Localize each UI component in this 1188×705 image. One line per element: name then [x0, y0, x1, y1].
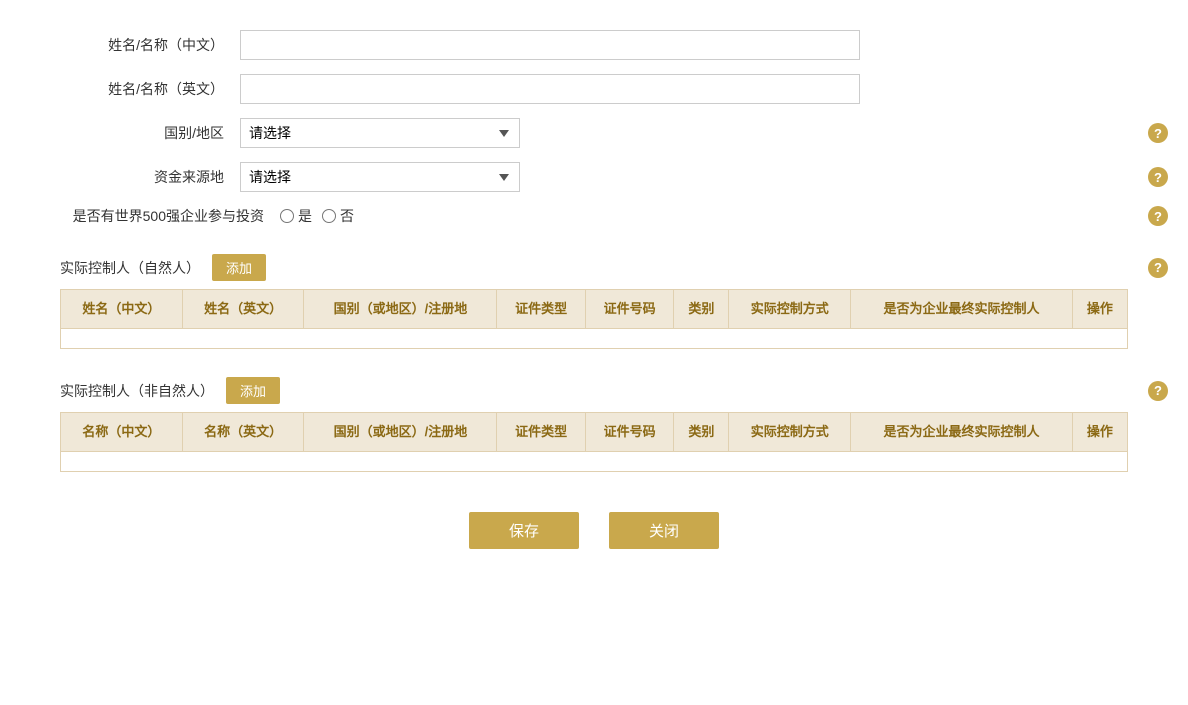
np-col-operation: 操作 — [1072, 290, 1127, 329]
fund-source-label: 资金来源地 — [60, 167, 240, 187]
np-col-country: 国别（或地区）/注册地 — [304, 290, 497, 329]
natural-person-help-icon[interactable]: ? — [1148, 258, 1168, 278]
fortune500-no-label[interactable]: 否 — [322, 206, 354, 226]
nnp-col-operation: 操作 — [1072, 413, 1127, 452]
np-col-control-method: 实际控制方式 — [729, 290, 851, 329]
natural-person-header: 实际控制人（自然人） 添加 ? — [60, 246, 1128, 289]
np-col-name-en: 姓名（英文） — [182, 290, 304, 329]
fortune500-no-radio[interactable] — [322, 209, 336, 223]
country-row: 国别/地区 请选择 ? — [60, 118, 1128, 148]
non-natural-person-header-row: 名称（中文） 名称（英文） 国别（或地区）/注册地 证件类型 证件号码 类别 实… — [61, 413, 1128, 452]
non-natural-person-add-btn[interactable]: 添加 — [226, 377, 280, 404]
nnp-col-control-method: 实际控制方式 — [729, 413, 851, 452]
name-cn-row: 姓名/名称（中文） — [60, 30, 1128, 60]
fortune500-label: 是否有世界500强企业参与投资 — [60, 206, 280, 226]
natural-person-header-row: 姓名（中文） 姓名（英文） 国别（或地区）/注册地 证件类型 证件号码 类别 实… — [61, 290, 1128, 329]
name-en-label: 姓名/名称（英文） — [60, 79, 240, 99]
fund-source-help-icon[interactable]: ? — [1148, 167, 1168, 187]
non-natural-person-header: 实际控制人（非自然人） 添加 ? — [60, 369, 1128, 412]
main-form: 姓名/名称（中文） 姓名/名称（英文） 国别/地区 请选择 ? 资金来源地 请选… — [60, 30, 1128, 226]
fund-source-row: 资金来源地 请选择 ? — [60, 162, 1128, 192]
nnp-col-cert-no: 证件号码 — [585, 413, 673, 452]
name-en-input[interactable] — [240, 74, 860, 104]
nnp-col-name-cn: 名称（中文） — [61, 413, 183, 452]
np-col-category: 类别 — [674, 290, 729, 329]
nnp-col-country: 国别（或地区）/注册地 — [304, 413, 497, 452]
name-en-row: 姓名/名称（英文） — [60, 74, 1128, 104]
nnp-col-cert-type: 证件类型 — [497, 413, 585, 452]
np-col-name-cn: 姓名（中文） — [61, 290, 183, 329]
country-label: 国别/地区 — [60, 123, 240, 143]
nnp-col-name-en: 名称（英文） — [182, 413, 304, 452]
name-cn-input[interactable] — [240, 30, 860, 60]
fortune500-radio-group: 是 否 — [280, 206, 354, 226]
fund-source-select-wrapper: 请选择 — [240, 162, 520, 192]
fortune500-yes-label[interactable]: 是 — [280, 206, 312, 226]
natural-person-title: 实际控制人（自然人） — [60, 258, 200, 278]
fortune500-yes-radio[interactable] — [280, 209, 294, 223]
non-natural-person-table: 名称（中文） 名称（英文） 国别（或地区）/注册地 证件类型 证件号码 类别 实… — [60, 412, 1128, 472]
fortune500-no-text: 否 — [340, 206, 354, 226]
bottom-actions: 保存 关闭 — [60, 512, 1128, 549]
natural-person-table: 姓名（中文） 姓名（英文） 国别（或地区）/注册地 证件类型 证件号码 类别 实… — [60, 289, 1128, 349]
save-button[interactable]: 保存 — [469, 512, 579, 549]
fund-source-select[interactable]: 请选择 — [240, 162, 520, 192]
fortune500-help-icon[interactable]: ? — [1148, 206, 1168, 226]
natural-person-empty-row — [61, 329, 1128, 349]
country-help-icon[interactable]: ? — [1148, 123, 1168, 143]
natural-person-add-btn[interactable]: 添加 — [212, 254, 266, 281]
non-natural-person-title: 实际控制人（非自然人） — [60, 381, 214, 401]
fortune500-row: 是否有世界500强企业参与投资 是 否 ? — [60, 206, 1128, 226]
non-natural-person-empty-row — [61, 452, 1128, 472]
fortune500-yes-text: 是 — [298, 206, 312, 226]
np-col-cert-no: 证件号码 — [585, 290, 673, 329]
non-natural-person-help-icon[interactable]: ? — [1148, 381, 1168, 401]
np-col-final-controller: 是否为企业最终实际控制人 — [851, 290, 1073, 329]
close-button[interactable]: 关闭 — [609, 512, 719, 549]
nnp-col-final-controller: 是否为企业最终实际控制人 — [851, 413, 1073, 452]
country-select[interactable]: 请选择 — [240, 118, 520, 148]
nnp-col-category: 类别 — [674, 413, 729, 452]
np-col-cert-type: 证件类型 — [497, 290, 585, 329]
name-cn-label: 姓名/名称（中文） — [60, 35, 240, 55]
country-select-wrapper: 请选择 — [240, 118, 520, 148]
